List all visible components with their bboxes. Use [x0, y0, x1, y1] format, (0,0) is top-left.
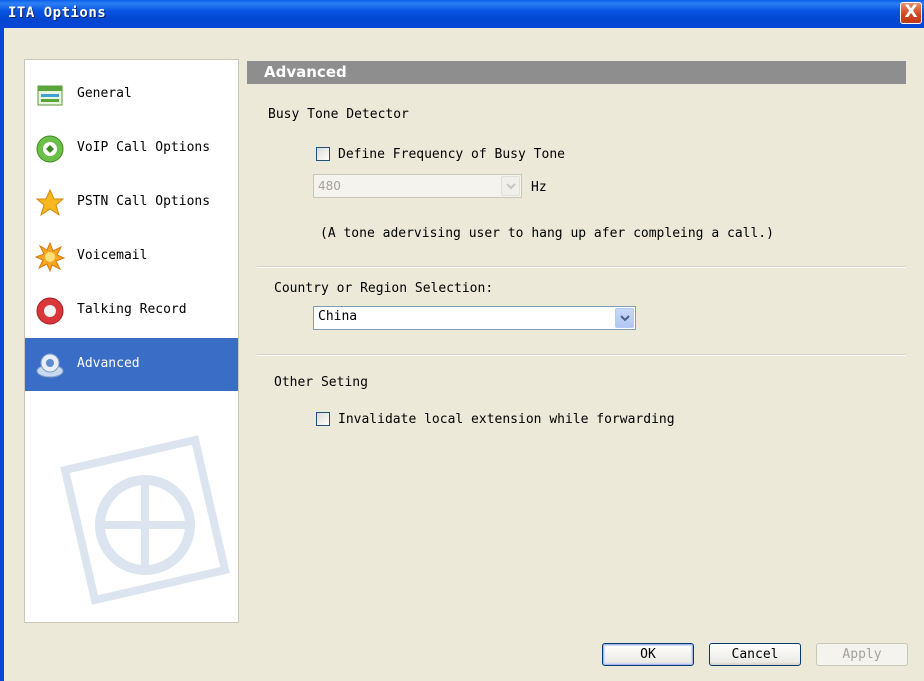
- sidebar-item-voip-call-options[interactable]: VoIP Call Options: [25, 122, 238, 175]
- sidebar-item-advanced[interactable]: Advanced: [25, 338, 238, 391]
- sidebar-item-voicemail[interactable]: Voicemail: [25, 230, 238, 283]
- voicemail-icon: [35, 242, 65, 272]
- close-icon: X: [904, 2, 918, 22]
- define-frequency-label[interactable]: Define Frequency of Busy Tone: [338, 147, 565, 162]
- ok-button[interactable]: OK: [602, 643, 694, 666]
- advanced-icon: [36, 353, 64, 378]
- divider: [257, 354, 906, 356]
- sidebar-item-label: Advanced: [77, 356, 140, 371]
- define-frequency-checkbox[interactable]: [316, 147, 330, 161]
- chevron-down-icon[interactable]: [615, 308, 634, 328]
- frequency-select[interactable]: 480: [313, 174, 522, 198]
- voip-icon: [36, 135, 64, 163]
- sidebar-item-talking-record[interactable]: Talking Record: [25, 284, 238, 337]
- country-value: China: [318, 309, 358, 324]
- close-button[interactable]: X: [900, 2, 922, 24]
- panel-header: Advanced: [247, 61, 906, 84]
- frequency-unit: Hz: [531, 180, 547, 195]
- cancel-button[interactable]: Cancel: [709, 643, 801, 666]
- other-setting-heading: Other Seting: [274, 375, 368, 390]
- window-title: ITA Options: [8, 5, 107, 21]
- sidebar: General VoIP Call Options PSTN Call Opti…: [24, 59, 239, 623]
- sidebar-item-label: PSTN Call Options: [77, 194, 211, 209]
- sidebar-item-label: Talking Record: [77, 302, 187, 317]
- invalidate-extension-label[interactable]: Invalidate local extension while forward…: [338, 412, 675, 427]
- record-icon: [36, 297, 64, 325]
- sidebar-item-pstn-call-options[interactable]: PSTN Call Options: [25, 176, 238, 229]
- country-label: Country or Region Selection:: [274, 281, 494, 296]
- busy-tone-heading: Busy Tone Detector: [268, 107, 409, 122]
- general-icon: [37, 85, 63, 106]
- sidebar-item-label: Voicemail: [77, 248, 148, 263]
- title-bar[interactable]: ITA Options X: [0, 0, 924, 28]
- frequency-value: 480: [318, 179, 341, 193]
- chevron-down-icon[interactable]: [501, 176, 520, 196]
- panel-title: Advanced: [264, 63, 347, 81]
- window-frame: [0, 28, 4, 681]
- invalidate-extension-checkbox[interactable]: [316, 412, 330, 426]
- sidebar-item-label: General: [77, 86, 132, 101]
- divider: [257, 266, 906, 268]
- options-dialog: ITA Options X General VoIP Call Options: [0, 0, 924, 681]
- busy-tone-hint: (A tone adervising user to hang up afer …: [320, 226, 774, 241]
- pstn-star-icon: [35, 188, 65, 217]
- watermark-logo: [60, 435, 230, 605]
- country-select[interactable]: China: [313, 306, 636, 330]
- apply-button[interactable]: Apply: [816, 643, 908, 666]
- sidebar-item-label: VoIP Call Options: [77, 140, 211, 155]
- sidebar-item-general[interactable]: General: [25, 68, 238, 121]
